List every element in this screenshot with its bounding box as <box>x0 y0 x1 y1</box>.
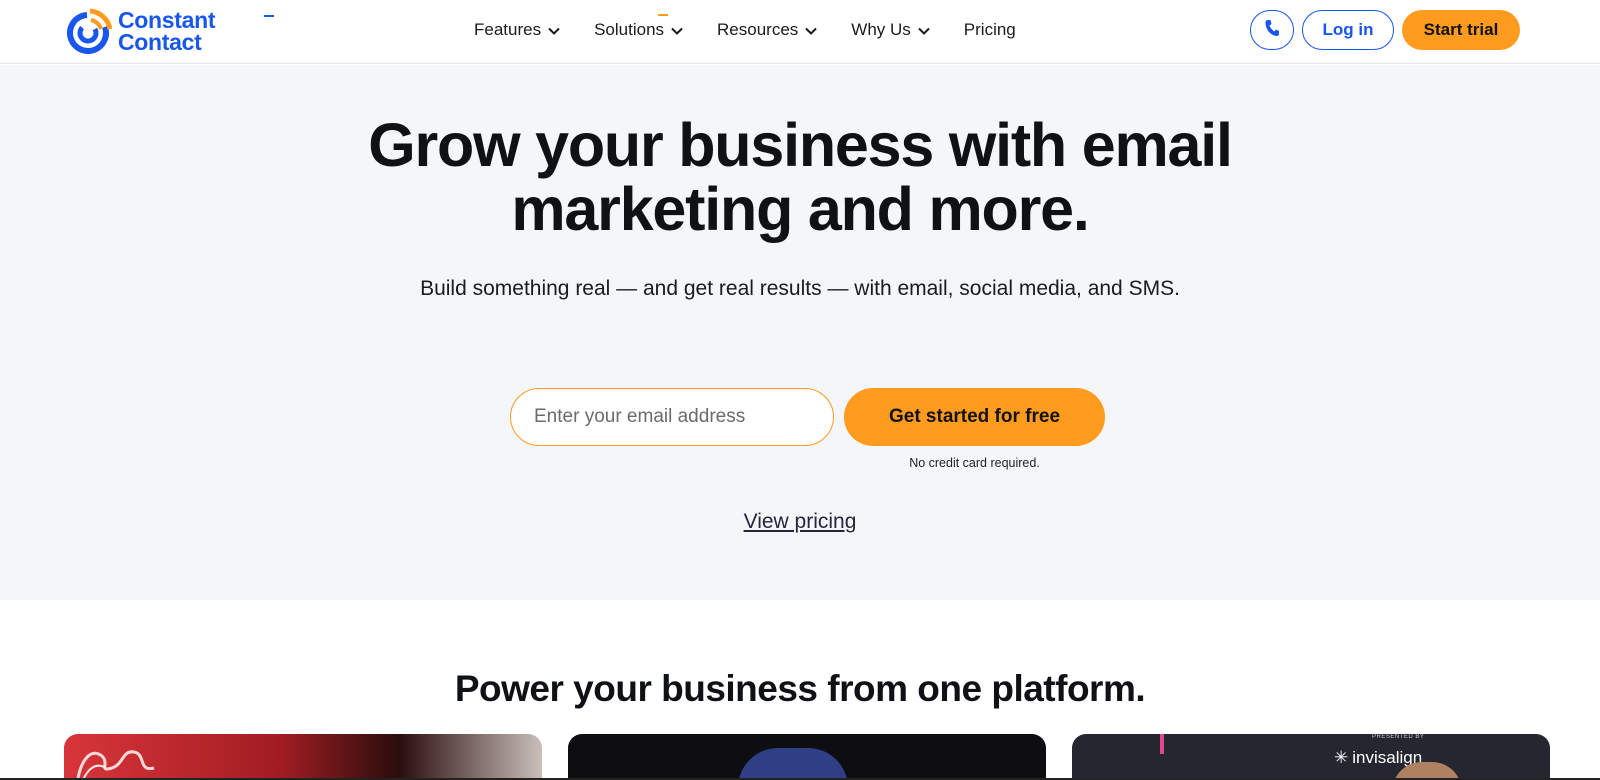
main-nav: Features Solutions Resources Why Us Pric… <box>474 14 1016 42</box>
nav-item-solutions[interactable]: Solutions <box>594 14 683 40</box>
chevron-down-icon <box>918 20 930 40</box>
header-actions: Log in Start trial <box>1250 10 1520 50</box>
view-pricing-link: View pricing <box>0 510 1600 534</box>
chevron-down-icon <box>548 20 560 40</box>
logo-wordmark: Constant Contact <box>118 7 216 55</box>
hero-section: Grow your business with email marketing … <box>0 65 1600 600</box>
view-pricing-link-text[interactable]: View pricing <box>744 510 857 533</box>
platform-section-title: Power your business from one platform. <box>454 668 1146 709</box>
get-started-button[interactable]: Get started for free <box>844 388 1105 446</box>
nav-item-why-us[interactable]: Why Us <box>851 20 930 40</box>
nav-item-label: Resources <box>717 20 799 39</box>
phone-icon <box>1264 19 1280 42</box>
nav-item-resources[interactable]: Resources <box>717 20 818 40</box>
start-trial-button[interactable]: Start trial <box>1402 10 1520 50</box>
hero-title: Grow your business with email marketing … <box>0 113 1600 241</box>
hero-title-line-2: marketing and more. <box>511 175 1089 243</box>
feature-card-3[interactable]: PRESENTED BY ✳ invisalign <box>1072 734 1550 780</box>
hero-title-line-1: Grow your business with email <box>368 111 1233 179</box>
feature-card-1[interactable] <box>64 734 542 780</box>
neon-sign-image <box>76 750 155 780</box>
chevron-down-icon <box>805 20 818 40</box>
email-input[interactable] <box>510 388 834 446</box>
nav-accent-dash <box>658 14 669 16</box>
nav-item-label: Features <box>474 20 542 39</box>
logo-line-1: Constant <box>118 7 216 33</box>
nav-item-label: Why Us <box>851 20 911 39</box>
presented-by-label: PRESENTED BY <box>1372 734 1425 740</box>
nav-item-label: Solutions <box>594 20 665 39</box>
feature-card-2[interactable] <box>568 734 1046 780</box>
decorative-bar <box>1160 734 1164 754</box>
person-cap-image <box>738 748 848 780</box>
nav-item-label: Pricing <box>963 20 1016 39</box>
constant-contact-logo[interactable]: Constant Contact <box>64 6 216 56</box>
logo-line-2: Contact <box>118 29 202 55</box>
top-navigation-bar: Constant Contact Features Solutions Reso… <box>0 0 1600 64</box>
logo-mark-icon <box>67 8 112 54</box>
nav-item-features[interactable]: Features <box>474 20 560 40</box>
decorative-dash <box>264 15 274 17</box>
sparkle-icon: ✳ <box>1334 748 1349 767</box>
hero-subtitle: Build something real — and get real resu… <box>420 277 1180 300</box>
phone-button[interactable] <box>1250 10 1294 50</box>
login-button[interactable]: Log in <box>1302 10 1394 50</box>
chevron-down-icon <box>671 20 683 40</box>
nav-item-pricing[interactable]: Pricing <box>964 20 1016 40</box>
no-credit-card-note: No credit card required. <box>909 456 1040 470</box>
